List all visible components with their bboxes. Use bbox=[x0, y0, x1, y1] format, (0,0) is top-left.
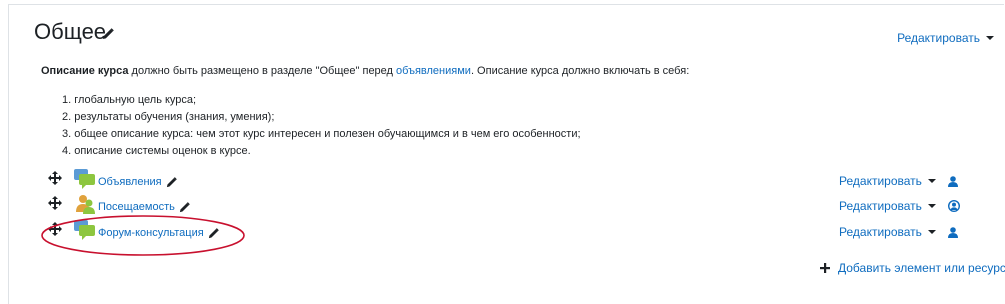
summary-list-item: 2. результаты обучения (знания, умения); bbox=[62, 111, 275, 123]
activity-edit-menu[interactable]: Редактировать bbox=[839, 199, 960, 213]
activity-edit-label: Редактировать bbox=[839, 174, 922, 188]
activity-link-announcements[interactable]: Объявления bbox=[98, 176, 177, 188]
user-icon[interactable] bbox=[947, 226, 958, 238]
pencil-icon[interactable] bbox=[102, 28, 114, 40]
attendance-icon bbox=[76, 195, 95, 214]
summary-list-item: 3. общее описание курса: чем этот курс и… bbox=[62, 128, 581, 140]
pencil-icon[interactable] bbox=[179, 201, 190, 213]
caret-down-icon bbox=[927, 230, 936, 234]
summary-list-item: 4. описание системы оценок в курсе. bbox=[62, 145, 251, 157]
move-icon[interactable] bbox=[48, 196, 62, 210]
caret-down-icon bbox=[927, 179, 936, 183]
highlight-ellipse bbox=[41, 215, 245, 256]
forum-icon bbox=[74, 169, 95, 189]
caret-down-icon bbox=[927, 204, 936, 208]
summary-list-item: 1. глобальную цель курса; bbox=[62, 94, 197, 106]
section-edit-label: Редактировать bbox=[897, 31, 980, 45]
activity-edit-menu[interactable]: Редактировать bbox=[839, 225, 958, 239]
section-title: Общее bbox=[34, 19, 107, 44]
add-activity-label: Добавить элемент или ресурс bbox=[838, 261, 1005, 275]
section-edit-menu[interactable]: Редактировать bbox=[897, 31, 994, 45]
move-icon[interactable] bbox=[48, 171, 62, 185]
pencil-icon[interactable] bbox=[166, 176, 177, 188]
section-summary: Описание курса должно быть размещено в р… bbox=[41, 65, 689, 77]
user-circle-icon[interactable] bbox=[947, 200, 960, 212]
user-icon[interactable] bbox=[947, 175, 958, 187]
announcements-link[interactable]: объявлениями bbox=[396, 65, 471, 77]
activity-edit-label: Редактировать bbox=[839, 225, 922, 239]
plus-icon bbox=[820, 263, 830, 273]
summary-text-1: должно быть размещено в разделе "Общее" … bbox=[128, 65, 397, 77]
summary-bold: Описание курса bbox=[41, 65, 129, 77]
activity-name: Посещаемость bbox=[98, 201, 175, 213]
summary-text-2: . Описание курса должно включать в себя: bbox=[470, 65, 690, 77]
summary-list: 1. глобальную цель курса; 2. результаты … bbox=[62, 92, 581, 160]
activity-edit-label: Редактировать bbox=[839, 199, 922, 213]
add-activity-button[interactable]: Добавить элемент или ресурс bbox=[820, 261, 1005, 275]
activity-row: Объявления Редактировать bbox=[48, 169, 998, 195]
activity-name: Объявления bbox=[98, 176, 162, 188]
activity-edit-menu[interactable]: Редактировать bbox=[839, 174, 958, 188]
caret-down-icon bbox=[986, 36, 994, 40]
activity-link-attendance[interactable]: Посещаемость bbox=[98, 201, 190, 213]
